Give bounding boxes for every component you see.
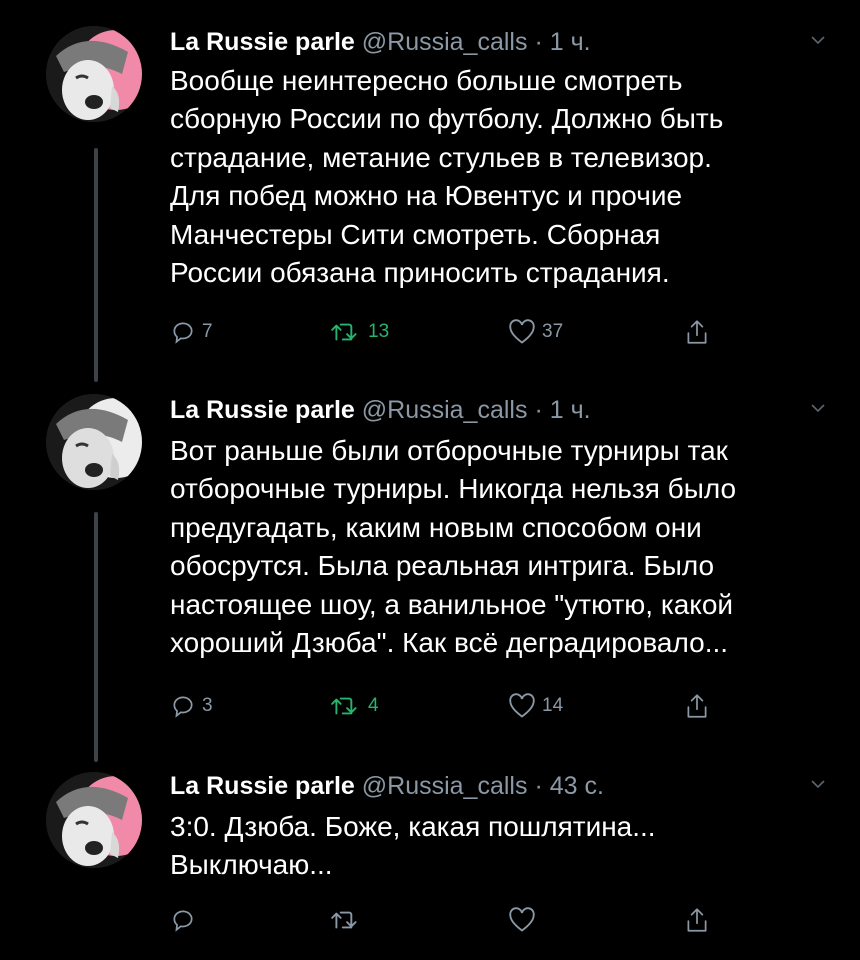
chevron-down-icon[interactable] (810, 776, 826, 792)
retweet-button[interactable]: 13 (330, 314, 389, 350)
reply-icon (173, 910, 193, 932)
tweet-text: Вообще неинтересно больше смотреть сборн… (170, 62, 830, 292)
avatar-image (46, 394, 142, 490)
tweet[interactable]: La Russie parle @Russia_calls · 1 ч. Вот… (0, 380, 860, 760)
reply-button[interactable]: 7 (170, 314, 213, 350)
avatar[interactable] (46, 394, 142, 490)
like-icon (509, 693, 535, 718)
share-button[interactable] (684, 902, 710, 938)
like-button[interactable]: 37 (508, 314, 563, 350)
like-icon (509, 907, 535, 932)
author-handle[interactable]: @Russia_calls (362, 772, 528, 800)
tweet-text: Вот раньше были отборочные турниры так о… (170, 432, 830, 662)
timestamp[interactable]: 43 с. (550, 772, 604, 800)
like-button[interactable]: 14 (508, 688, 563, 724)
reply-count: 7 (202, 321, 213, 342)
author-handle[interactable]: @Russia_calls (362, 28, 528, 56)
separator: · (534, 396, 543, 424)
retweet-icon (331, 323, 357, 341)
avatar-image (46, 772, 142, 868)
text-line: Для побед можно на Ювентус и прочие (170, 180, 683, 212)
like-count: 14 (542, 695, 564, 716)
tweet[interactable]: La Russie parle @Russia_calls · 43 с. 3:… (0, 760, 860, 960)
chevron-down-icon[interactable] (810, 32, 826, 48)
retweet-count: 4 (368, 695, 379, 716)
chevron-down-icon[interactable] (810, 400, 826, 416)
text-line: Выключаю... (170, 849, 333, 881)
retweet-icon (331, 697, 357, 715)
tweet-header: La Russie parle @Russia_calls · 43 с. (170, 772, 604, 801)
text-line: страдание, метание стульев в телевизор. (170, 141, 712, 173)
like-icon (509, 319, 535, 344)
text-line: 3:0. Дзюба. Боже, какая пошлятина... (170, 811, 656, 842)
avatar[interactable] (46, 772, 142, 868)
tweet-header: La Russie parle @Russia_calls · 1 ч. (170, 28, 591, 57)
share-button[interactable] (684, 688, 710, 724)
author-handle[interactable]: @Russia_calls (362, 396, 528, 424)
like-button[interactable] (508, 902, 542, 938)
text-line: настоящее шоу, а ванильное "утютю, какой (170, 588, 734, 620)
avatar-image (46, 26, 142, 122)
tweet[interactable]: La Russie parle @Russia_calls · 1 ч. Воо… (0, 0, 860, 380)
text-line: Манчестеры Сити смотреть. Сборная (170, 218, 661, 250)
like-count: 37 (542, 321, 564, 342)
reply-button[interactable]: 3 (170, 688, 213, 724)
reply-count: 3 (202, 695, 213, 716)
text-line: России обязана приносить страдания. (170, 257, 670, 289)
timestamp[interactable]: 1 ч. (550, 28, 591, 56)
author-name[interactable]: La Russie parle (170, 396, 355, 424)
share-button[interactable] (684, 314, 710, 350)
timestamp[interactable]: 1 ч. (550, 396, 591, 424)
retweet-icon (331, 911, 357, 929)
text-line: Вот раньше были отборочные турниры так (170, 435, 728, 466)
text-line: отборочные турниры. Никогда нельзя было (170, 473, 737, 505)
retweet-count: 13 (368, 321, 390, 342)
text-line: сборную России по футболу. Должно быть (170, 103, 724, 135)
share-icon (687, 694, 707, 718)
author-name[interactable]: La Russie parle (170, 772, 355, 800)
text-line: предугадать, каким новым способом они (170, 511, 702, 543)
share-icon (687, 908, 707, 932)
separator: · (534, 772, 543, 800)
text-line: Вообще неинтересно больше смотреть (170, 65, 683, 96)
text-line: хороший Дзюба". Как всё деградировало... (170, 627, 729, 659)
author-name[interactable]: La Russie parle (170, 28, 355, 56)
reply-icon (173, 696, 193, 718)
avatar[interactable] (46, 26, 142, 122)
retweet-button[interactable]: 4 (330, 688, 379, 724)
reply-button[interactable] (170, 902, 202, 938)
retweet-button[interactable] (330, 902, 368, 938)
text-line: обосрутся. Была реальная интрига. Было (170, 550, 715, 582)
tweet-actions: 3 4 14 (170, 688, 750, 724)
share-icon (687, 320, 707, 344)
separator: · (534, 28, 543, 56)
tweet-actions: 7 13 37 (170, 314, 750, 350)
reply-icon (173, 322, 193, 344)
tweet-header: La Russie parle @Russia_calls · 1 ч. (170, 396, 591, 425)
tweet-actions (170, 902, 750, 938)
tweet-text: 3:0. Дзюба. Боже, какая пошлятина... Вык… (170, 808, 830, 885)
